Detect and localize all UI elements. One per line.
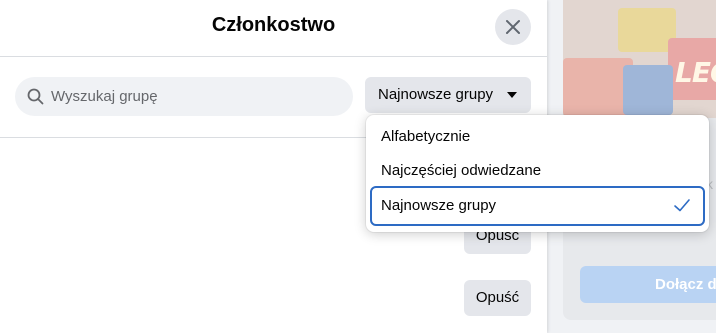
sort-dropdown-menu: Alfabetycznie Najczęściej odwiedzane Naj… (366, 115, 709, 232)
dialog-title: Członkostwo (211, 14, 336, 36)
sort-option-newest-label: Najnowsze grupy (381, 197, 497, 214)
leave-group-button[interactable]: Opuść (464, 280, 531, 316)
lego-logo: LEG (675, 56, 716, 89)
dialog-header: Członkostwo (0, 0, 547, 57)
sort-option-alphabetical[interactable]: Alfabetycznie (370, 119, 705, 155)
lego-brick-blue (623, 65, 673, 115)
group-search-box[interactable] (15, 77, 353, 116)
sort-dropdown-button[interactable]: Najnowsze grupy (365, 77, 531, 113)
group-banner-image: LEG (563, 0, 716, 118)
caret-down-icon (507, 92, 517, 98)
checkmark-icon (674, 199, 690, 212)
sort-dropdown-label: Najnowsze grupy (378, 86, 494, 103)
close-icon (506, 20, 520, 34)
search-icon (27, 88, 44, 105)
search-input[interactable] (51, 77, 341, 116)
sort-option-most-visited[interactable]: Najczęściej odwiedzane (370, 153, 705, 189)
sort-option-newest[interactable]: Najnowsze grupy (370, 186, 705, 226)
join-group-button[interactable]: Dołącz do (580, 266, 716, 303)
close-button[interactable] (495, 9, 531, 45)
